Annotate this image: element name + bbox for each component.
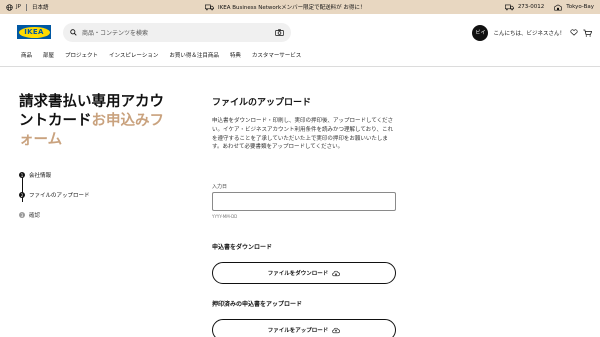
truck-icon bbox=[504, 4, 514, 11]
step-confirm: 3 確認 bbox=[19, 205, 90, 225]
date-input[interactable] bbox=[212, 192, 396, 211]
business-notice[interactable]: IKEA Business Networkメンバー限定で配送料が お得に！ bbox=[205, 0, 365, 14]
download-button-label: ファイルをダウンロード bbox=[267, 271, 329, 277]
step-label: 会社情報 bbox=[29, 173, 52, 179]
nav-item-inspiration[interactable]: インスピレーション bbox=[109, 51, 158, 61]
language-selector[interactable]: JP 日本語 bbox=[6, 0, 48, 14]
step-number: 3 bbox=[19, 212, 25, 218]
upload-description: 申込書をダウンロード・印刷し、実印の押印後、アップロードしてください。イケア・ビ… bbox=[212, 118, 394, 151]
step-indicator: 1 会社情報 2 ファイルのアップロード 3 確認 bbox=[19, 165, 90, 225]
avatar[interactable]: ビイ bbox=[472, 24, 489, 41]
nav-item-customer-service[interactable]: カスタマーサービス bbox=[252, 51, 301, 61]
upload-file-button[interactable]: ファイルをアップロード bbox=[212, 319, 396, 337]
download-file-button[interactable]: ファイルをダウンロード bbox=[212, 262, 396, 284]
top-announcement-bar: JP 日本語 IKEA Business Networkメンバー限定で配送料が … bbox=[0, 0, 600, 14]
store-name[interactable]: Tokyo-Bay bbox=[566, 4, 594, 10]
nav-item-projects[interactable]: プロジェクト bbox=[65, 51, 98, 61]
date-format-hint: YYYY-MM-DD bbox=[212, 214, 238, 219]
nav-item-benefits[interactable]: 特典 bbox=[230, 51, 241, 61]
business-notice-text: IKEA Business Networkメンバー限定で配送料が お得に！ bbox=[218, 5, 366, 11]
search-input[interactable]: 商品・コンテンツを検索 bbox=[82, 28, 275, 37]
nav-item-rooms[interactable]: 部屋 bbox=[43, 51, 54, 61]
search-icon bbox=[70, 29, 77, 36]
store-icon bbox=[554, 3, 562, 11]
download-title: 申込書をダウンロード bbox=[212, 244, 273, 251]
step-number: 2 bbox=[19, 192, 25, 198]
page-title: 請求書払い専用アカウントカードお申込みフォーム bbox=[19, 93, 169, 150]
upload-icon bbox=[332, 327, 341, 334]
step-number: 1 bbox=[19, 172, 25, 178]
nav-item-products[interactable]: 商品 bbox=[21, 51, 32, 61]
search-bar[interactable]: 商品・コンテンツを検索 bbox=[63, 23, 291, 42]
logo-text: IKEA bbox=[18, 26, 50, 38]
divider bbox=[25, 3, 27, 11]
header-divider bbox=[0, 66, 600, 67]
ikea-logo[interactable]: IKEA bbox=[17, 25, 51, 39]
upload-title: 押印済みの申込書をアップロード bbox=[212, 301, 303, 308]
postal-code[interactable]: 273-0012 bbox=[518, 4, 544, 10]
truck-icon bbox=[205, 4, 214, 11]
step-file-upload: 2 ファイルのアップロード bbox=[19, 185, 90, 205]
camera-icon[interactable] bbox=[275, 29, 284, 36]
language-code: JP bbox=[16, 4, 21, 10]
nav-item-deals[interactable]: お買い得＆注目商品 bbox=[169, 51, 219, 61]
step-company-info: 1 会社情報 bbox=[19, 165, 90, 185]
cart-icon[interactable] bbox=[583, 29, 592, 37]
section-title: ファイルのアップロード bbox=[212, 98, 312, 108]
download-icon bbox=[332, 270, 341, 277]
heart-icon[interactable] bbox=[570, 29, 578, 36]
date-label: 入力日 bbox=[212, 184, 228, 190]
user-greeting[interactable]: こんにちは、ビジネスさん！ bbox=[493, 29, 565, 37]
step-label: 確認 bbox=[29, 213, 41, 219]
language-name: 日本語 bbox=[31, 5, 49, 11]
upload-button-label: ファイルをアップロード bbox=[267, 328, 329, 334]
main-nav: 商品 部屋 プロジェクト インスピレーション お買い得＆注目商品 特典 カスタマ… bbox=[21, 51, 301, 61]
globe-icon bbox=[6, 3, 13, 11]
step-label: ファイルのアップロード bbox=[29, 193, 90, 199]
